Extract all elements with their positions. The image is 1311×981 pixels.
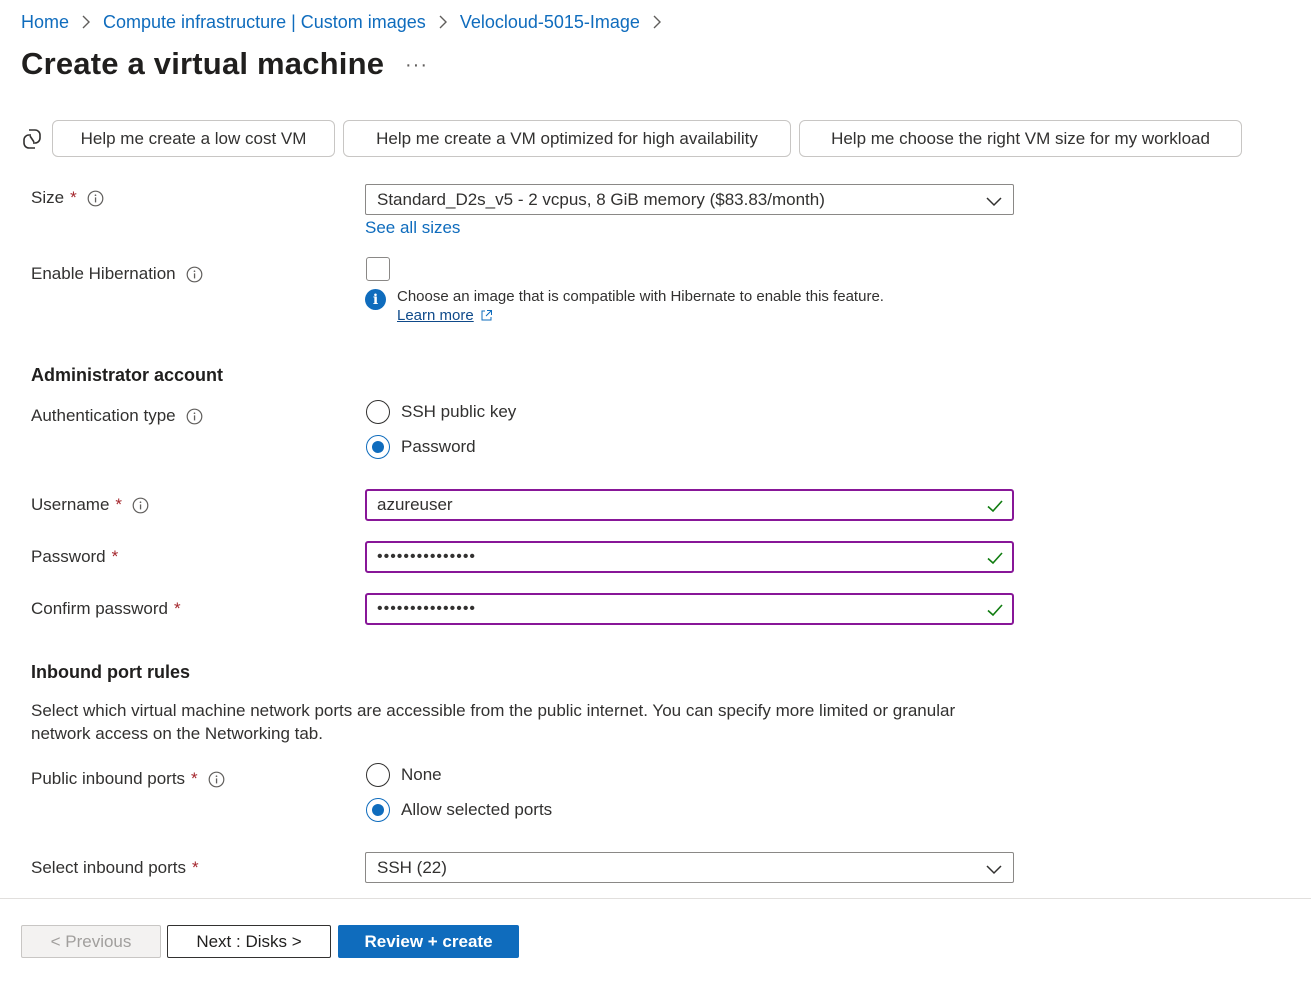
footer-divider <box>0 898 1311 899</box>
previous-button[interactable]: < Previous <box>21 925 161 958</box>
radio-button-selected[interactable] <box>366 798 390 822</box>
radio-button[interactable] <box>366 400 390 424</box>
auth-password-option[interactable]: Password <box>366 435 476 459</box>
more-options-icon[interactable]: ··· <box>405 54 428 77</box>
username-value: azureuser <box>377 495 453 514</box>
external-link-icon <box>480 309 493 322</box>
chevron-right-icon <box>652 15 662 29</box>
hibernation-label: Enable Hibernation <box>31 264 203 284</box>
size-label-text: Size <box>31 188 65 207</box>
password-input[interactable]: ••••••••••••••• <box>365 541 1014 573</box>
password-label-text: Password <box>31 547 106 566</box>
auth-ssh-option[interactable]: SSH public key <box>366 400 516 424</box>
checkmark-icon <box>987 500 1003 513</box>
radio-button-selected[interactable] <box>366 435 390 459</box>
required-marker: * <box>115 495 123 514</box>
confirm-password-label-text: Confirm password <box>31 599 168 618</box>
password-value: ••••••••••••••• <box>377 548 477 565</box>
auth-ssh-label: SSH public key <box>401 402 517 421</box>
checkmark-icon <box>987 604 1003 617</box>
review-create-button[interactable]: Review + create <box>338 925 519 958</box>
info-icon[interactable] <box>208 771 225 788</box>
size-label: Size * <box>31 188 104 208</box>
required-marker: * <box>191 769 198 788</box>
select-ports-value: SSH (22) <box>377 857 447 877</box>
hibernation-info-message: i Choose an image that is compatible wit… <box>365 288 884 324</box>
chevron-down-icon <box>986 197 1002 207</box>
username-label-text: Username <box>31 495 110 514</box>
hibernation-checkbox[interactable] <box>366 257 390 281</box>
confirm-password-value: ••••••••••••••• <box>377 600 477 617</box>
public-ports-allow-option[interactable]: Allow selected ports <box>366 798 552 822</box>
confirm-password-label: Confirm password * <box>31 599 181 619</box>
required-marker: * <box>70 188 77 207</box>
select-ports-label-text: Select inbound ports <box>31 858 186 877</box>
page-title: Create a virtual machine <box>21 46 385 81</box>
chevron-down-icon <box>986 865 1002 875</box>
info-icon[interactable] <box>186 266 203 283</box>
admin-account-heading: Administrator account <box>31 365 224 385</box>
size-dropdown-value: Standard_D2s_v5 - 2 vcpus, 8 GiB memory … <box>377 189 825 209</box>
checkmark-icon <box>987 552 1003 565</box>
auth-password-label: Password <box>401 437 476 456</box>
copilot-high-availability-button[interactable]: Help me create a VM optimized for high a… <box>343 120 791 157</box>
public-ports-label-text: Public inbound ports <box>31 769 186 788</box>
breadcrumb: Home Compute infrastructure | Custom ima… <box>21 10 674 34</box>
required-marker: * <box>174 599 181 618</box>
password-label: Password * <box>31 547 118 567</box>
username-label: Username * <box>31 495 149 515</box>
info-icon[interactable] <box>87 190 104 207</box>
size-dropdown[interactable]: Standard_D2s_v5 - 2 vcpus, 8 GiB memory … <box>365 184 1014 215</box>
inbound-rules-description: Select which virtual machine network por… <box>31 701 956 743</box>
next-disks-button[interactable]: Next : Disks > <box>167 925 331 958</box>
confirm-password-input[interactable]: ••••••••••••••• <box>365 593 1014 625</box>
public-ports-allow-label: Allow selected ports <box>401 800 553 819</box>
select-ports-label: Select inbound ports * <box>31 858 199 878</box>
info-icon[interactable] <box>186 408 203 425</box>
auth-type-label-text: Authentication type <box>31 406 176 425</box>
hibernation-info-text: Choose an image that is compatible with … <box>397 288 884 305</box>
required-marker: * <box>111 547 119 566</box>
public-ports-none-label: None <box>401 765 442 784</box>
breadcrumb-custom-images[interactable]: Compute infrastructure | Custom images <box>103 12 426 33</box>
chevron-right-icon <box>438 15 448 29</box>
breadcrumb-image[interactable]: Velocloud-5015-Image <box>460 12 640 33</box>
select-ports-dropdown[interactable]: SSH (22) <box>365 852 1014 883</box>
required-marker: * <box>192 858 199 877</box>
chevron-right-icon <box>81 15 91 29</box>
copilot-icon <box>20 127 44 151</box>
info-icon[interactable] <box>132 497 149 514</box>
see-all-sizes-link[interactable]: See all sizes <box>365 218 460 238</box>
copilot-vm-size-button[interactable]: Help me choose the right VM size for my … <box>799 120 1242 157</box>
breadcrumb-home[interactable]: Home <box>21 12 69 33</box>
info-filled-icon: i <box>365 289 386 310</box>
username-input[interactable]: azureuser <box>365 489 1014 521</box>
auth-type-label: Authentication type <box>31 406 203 426</box>
inbound-rules-heading: Inbound port rules <box>31 662 190 682</box>
radio-button[interactable] <box>366 763 390 787</box>
public-ports-label: Public inbound ports * <box>31 769 225 789</box>
hibernation-label-text: Enable Hibernation <box>31 264 176 283</box>
copilot-low-cost-vm-button[interactable]: Help me create a low cost VM <box>52 120 335 157</box>
learn-more-link[interactable]: Learn more <box>397 307 474 324</box>
public-ports-none-option[interactable]: None <box>366 763 442 787</box>
